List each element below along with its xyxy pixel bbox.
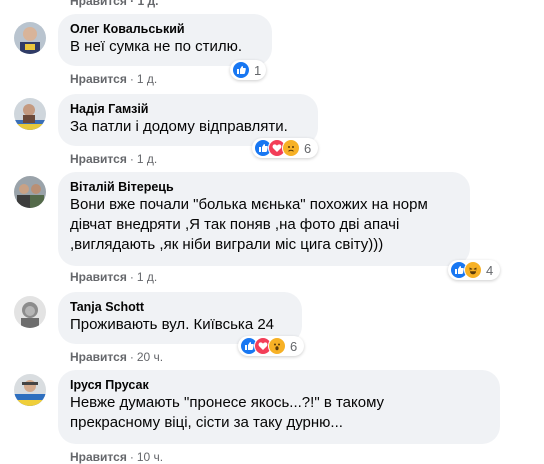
reaction-summary[interactable]: 6 — [238, 336, 304, 356]
reaction-count: 6 — [290, 338, 298, 354]
comment-time[interactable]: 1 д. — [137, 152, 157, 166]
avatar[interactable] — [14, 374, 46, 406]
comment-text: Вони вже почали "болька мєнька" похожих … — [70, 196, 428, 253]
comment-bubble: Віталій Вітерець Вони вже почали "болька… — [58, 172, 470, 266]
comment-author[interactable]: Надія Гамзій — [70, 101, 306, 117]
comment-time[interactable]: 20 ч. — [137, 350, 163, 364]
wow-reaction-icon — [268, 337, 286, 355]
comment-time[interactable]: 1 д. — [137, 270, 157, 284]
avatar[interactable] — [14, 296, 46, 328]
comment-author[interactable]: Іруся Прусак — [70, 377, 488, 393]
sad-reaction-icon — [282, 139, 300, 157]
haha-reaction-icon — [464, 261, 482, 279]
comment-text: Невже думають "пронесе якось...?!" в так… — [70, 394, 385, 431]
like-link[interactable]: Нравится — [70, 0, 127, 8]
top-partial-meta: Нравится · 1 д. — [70, 0, 158, 8]
comment-text: В неї сумка не по стилю. — [70, 38, 243, 55]
like-reaction-icon — [232, 61, 250, 79]
meta-dot: · — [129, 450, 134, 464]
reaction-summary[interactable]: 6 — [252, 138, 318, 158]
like-link[interactable]: Нравится — [70, 152, 127, 166]
comment-text: Проживають вул. Київська 24 — [70, 316, 275, 333]
meta-dot: · — [129, 152, 134, 166]
reaction-count: 6 — [304, 140, 312, 156]
comment-meta: Нравится · 10 ч. — [70, 450, 163, 464]
reaction-summary[interactable]: 1 — [230, 60, 266, 80]
comment-author[interactable]: Tanja Schott — [70, 299, 290, 315]
comment-meta: Нравится · 20 ч. — [70, 350, 163, 364]
comment-time[interactable]: 1 д. — [138, 0, 159, 8]
comment-bubble: Олег Ковальський В неї сумка не по стилю… — [58, 14, 272, 66]
like-link[interactable]: Нравится — [70, 270, 127, 284]
meta-dot: · — [129, 72, 134, 86]
reaction-count: 4 — [486, 262, 494, 278]
comment-time[interactable]: 10 ч. — [137, 450, 163, 464]
comment-text: За патли і додому відправляти. — [70, 118, 288, 135]
like-link[interactable]: Нравится — [70, 350, 127, 364]
comment-meta: Нравится · 1 д. — [70, 72, 157, 86]
comment-meta: Нравится · 1 д. — [70, 270, 157, 284]
like-link[interactable]: Нравится — [70, 450, 127, 464]
avatar[interactable] — [14, 98, 46, 130]
comment-time[interactable]: 1 д. — [137, 72, 157, 86]
comment-author[interactable]: Віталій Вітерець — [70, 179, 458, 195]
avatar[interactable] — [14, 22, 46, 54]
meta-dot: · — [129, 350, 134, 364]
comment-bubble: Іруся Прусак Невже думають "пронесе якос… — [58, 370, 500, 444]
like-link[interactable]: Нравится — [70, 72, 127, 86]
meta-dot: · — [129, 270, 134, 284]
comment-author[interactable]: Олег Ковальський — [70, 21, 260, 37]
meta-dot: · — [130, 0, 138, 8]
comment-meta: Нравится · 1 д. — [70, 152, 157, 166]
reaction-summary[interactable]: 4 — [448, 260, 500, 280]
avatar[interactable] — [14, 176, 46, 208]
reaction-count: 1 — [254, 62, 262, 78]
